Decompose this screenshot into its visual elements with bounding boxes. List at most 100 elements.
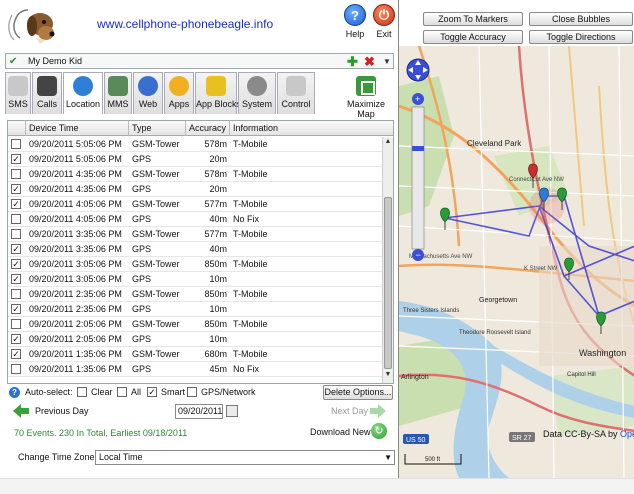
map-label-arlington: Arlington (401, 374, 429, 381)
tab-mms[interactable]: MMS (104, 72, 132, 114)
table-row[interactable]: ✓ 09/20/2011 3:35:06 PM GPS 40m (8, 242, 382, 257)
cell-type: GSM-Tower (132, 259, 180, 269)
download-new-button[interactable]: Download New (310, 427, 371, 437)
cell-accuracy: 850m (204, 319, 227, 329)
map-pan-control[interactable] (406, 58, 430, 82)
column-header-device-time[interactable]: Device Time (26, 121, 129, 136)
cell-type: GPS (132, 184, 152, 194)
tab-control[interactable]: Control (277, 72, 315, 114)
row-checkbox[interactable] (11, 229, 21, 239)
smart-checkbox[interactable]: ✓ (147, 387, 157, 397)
scroll-down-icon[interactable]: ▼ (383, 371, 393, 381)
toggle-directions-button[interactable]: Toggle Directions (529, 30, 633, 44)
table-row[interactable]: ✓ 09/20/2011 2:05:06 PM GPS 10m (8, 332, 382, 347)
row-checkbox[interactable] (11, 169, 21, 179)
column-header-type[interactable]: Type (129, 121, 186, 136)
row-checkbox[interactable]: ✓ (11, 259, 21, 269)
refresh-icon[interactable]: ↻ (371, 423, 387, 439)
cell-information (230, 302, 380, 317)
exit-button[interactable]: ⏻ Exit (367, 4, 401, 39)
cell-accuracy: 10m (209, 334, 227, 344)
cell-information (230, 332, 380, 347)
maximize-map-button[interactable]: Maximize Map (338, 76, 394, 119)
smart-label: Smart (161, 387, 186, 397)
close-bubbles-button[interactable]: Close Bubbles (529, 12, 633, 26)
power-icon: ⏻ (373, 4, 395, 26)
table-row[interactable]: 09/20/2011 4:05:06 PM GPS 40m No Fix (8, 212, 382, 227)
kid-selector[interactable]: ✔ My Demo Kid ✚ ✖ ▼ (5, 53, 394, 69)
previous-day-button[interactable]: Previous Day (35, 406, 89, 416)
table-row[interactable]: 09/20/2011 2:05:06 PM GSM-Tower 850m T-Mobi… (8, 317, 382, 332)
toggle-accuracy-button[interactable]: Toggle Accuracy (423, 30, 523, 44)
next-day-arrow-icon[interactable] (370, 404, 386, 418)
table-row[interactable]: ✓ 09/20/2011 4:35:06 PM GPS 20m (8, 182, 382, 197)
map-label-road: Connecticut Ave NW (509, 177, 564, 183)
tab-location[interactable]: Location (63, 72, 103, 114)
cell-device-time: 09/20/2011 2:35:06 PM (29, 304, 122, 314)
row-checkbox[interactable] (11, 364, 21, 374)
row-checkbox[interactable] (11, 214, 21, 224)
row-checkbox[interactable] (11, 319, 21, 329)
gear-icon (247, 76, 267, 96)
clear-checkbox[interactable] (77, 387, 87, 397)
cell-accuracy: 578m (204, 169, 227, 179)
gps-network-checkbox[interactable] (187, 387, 197, 397)
row-checkbox[interactable]: ✓ (11, 154, 21, 164)
tab-app-blocks[interactable]: App Blocks (195, 72, 241, 114)
cell-information: No Fix (233, 214, 260, 224)
scrollbar-thumb[interactable] (384, 197, 392, 369)
cell-accuracy: 577m (204, 199, 227, 209)
attribution-link[interactable]: Ope (620, 429, 634, 439)
cell-device-time: 09/20/2011 5:05:06 PM (29, 154, 122, 164)
table-row[interactable]: 09/20/2011 5:05:06 PM GSM-Tower 578m T-Mobi… (8, 137, 382, 152)
add-kid-icon[interactable]: ✚ (347, 54, 358, 70)
site-url-link[interactable]: www.cellphone-phonebeagle.info (97, 17, 273, 31)
autoselect-row: ? Auto-select: Clear All ✓ Smart GPS/Net… (7, 385, 394, 401)
timezone-select[interactable]: Local Time ▼ (95, 450, 395, 465)
column-header-accuracy[interactable]: Accuracy (186, 121, 230, 136)
calendar-icon[interactable] (226, 405, 238, 417)
info-icon[interactable]: ? (9, 387, 20, 398)
table-row[interactable]: ✓ 09/20/2011 5:05:06 PM GPS 20m (8, 152, 382, 167)
tab-sms[interactable]: SMS (5, 72, 31, 114)
tab-label: MMS (107, 99, 129, 109)
table-row[interactable]: ✓ 09/20/2011 2:35:06 PM GPS 10m (8, 302, 382, 317)
row-checkbox[interactable]: ✓ (11, 274, 21, 284)
tab-system[interactable]: System (238, 72, 276, 114)
date-input[interactable]: 09/20/2011 (175, 404, 223, 419)
table-row[interactable]: ✓ 09/20/2011 3:05:06 PM GSM-Tower 850m T-Mob… (8, 257, 382, 272)
row-checkbox[interactable]: ✓ (11, 184, 21, 194)
table-row[interactable]: ✓ 09/20/2011 1:35:06 PM GSM-Tower 680m T-Mob… (8, 347, 382, 362)
tab-web[interactable]: Web (133, 72, 163, 114)
next-day-button[interactable]: Next Day (331, 406, 368, 416)
cell-type: GSM-Tower (132, 349, 180, 359)
svg-text:+: + (415, 94, 420, 104)
row-checkbox[interactable] (11, 139, 21, 149)
table-scrollbar[interactable]: ▲ ▼ (382, 137, 393, 383)
table-row[interactable]: 09/20/2011 2:35:06 PM GSM-Tower 850m T-Mobi… (8, 287, 382, 302)
table-row[interactable]: ✓ 09/20/2011 4:05:06 PM GSM-Tower 577m T-Mob… (8, 197, 382, 212)
map-label-cleveland-park: Cleveland Park (467, 139, 522, 148)
tab-apps[interactable]: Apps (164, 72, 194, 114)
all-checkbox[interactable] (117, 387, 127, 397)
chevron-down-icon[interactable]: ▼ (383, 57, 391, 66)
scroll-up-icon[interactable]: ▲ (383, 138, 393, 148)
delete-kid-icon[interactable]: ✖ (364, 54, 375, 70)
delete-options-button[interactable]: Delete Options... (323, 385, 393, 400)
previous-day-arrow-icon[interactable] (13, 404, 29, 418)
tab-calls[interactable]: Calls (32, 72, 62, 114)
row-checkbox[interactable]: ✓ (11, 304, 21, 314)
row-checkbox[interactable]: ✓ (11, 244, 21, 254)
table-row[interactable]: ✓ 09/20/2011 3:05:06 PM GPS 10m (8, 272, 382, 287)
table-row[interactable]: 09/20/2011 3:35:06 PM GSM-Tower 577m T-Mobi… (8, 227, 382, 242)
map-zoom-control[interactable]: + − (411, 93, 425, 261)
row-checkbox[interactable]: ✓ (11, 199, 21, 209)
column-header-information[interactable]: Information (230, 121, 393, 136)
map-canvas[interactable]: Cleveland Park Washington Georgetown Arl… (399, 46, 634, 478)
row-checkbox[interactable]: ✓ (11, 349, 21, 359)
row-checkbox[interactable] (11, 289, 21, 299)
table-row[interactable]: 09/20/2011 1:35:06 PM GPS 45m No Fix (8, 362, 382, 377)
row-checkbox[interactable]: ✓ (11, 334, 21, 344)
table-row[interactable]: 09/20/2011 4:35:06 PM GSM-Tower 578m T-Mobi… (8, 167, 382, 182)
zoom-to-markers-button[interactable]: Zoom To Markers (423, 12, 523, 26)
